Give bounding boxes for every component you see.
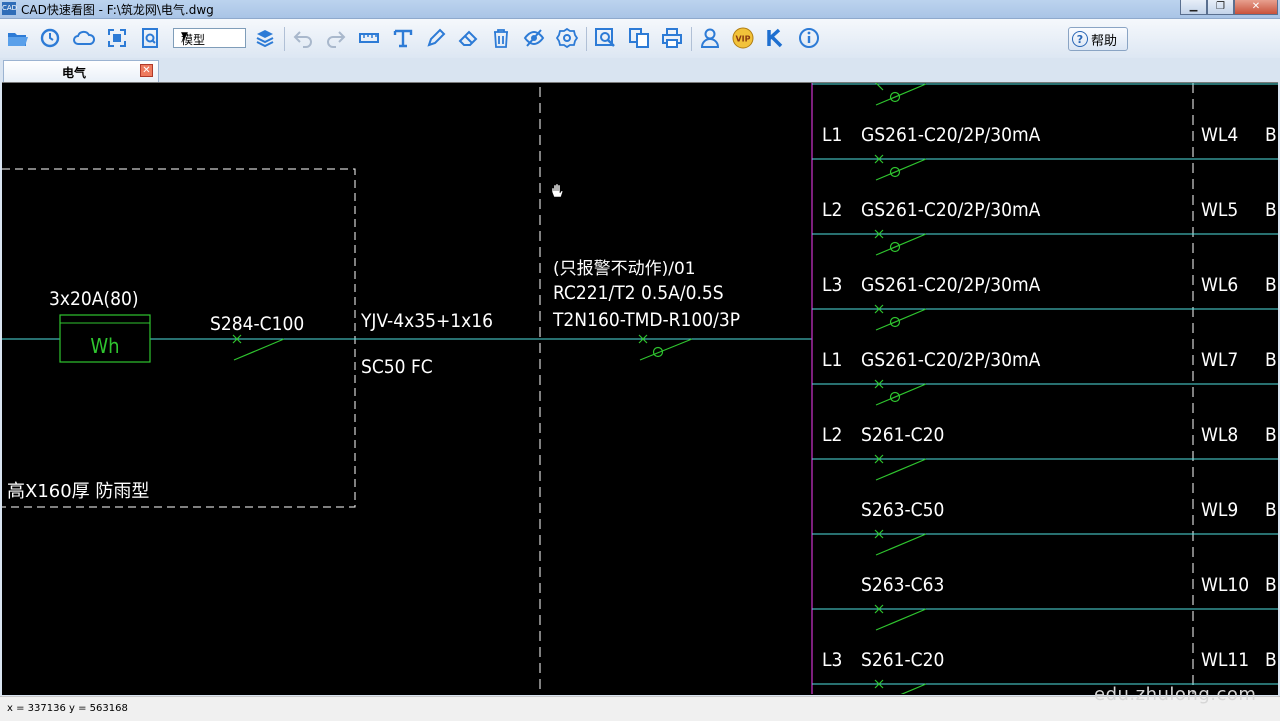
text-icon[interactable] [390, 25, 416, 51]
conduit-label: SC50 FC [361, 356, 433, 378]
window-title: CAD快速看图 - F:\筑龙网\电气.dwg [21, 3, 214, 17]
title-bar: CAD CAD快速看图 - F:\筑龙网\电气.dwg ▁ ❐ ✕ [0, 0, 1280, 19]
trailing-label: B [1265, 199, 1277, 221]
device-label: S261-C20 [861, 424, 944, 446]
toolbar-separator [284, 27, 285, 51]
toolbar-separator [586, 27, 587, 51]
circuit-row: S263-C50 WL9 B [812, 499, 1278, 556]
circuit-label: WL7 [1201, 349, 1238, 371]
cable-label: YJV-4x35+1x16 [360, 310, 493, 332]
circuit-label: WL8 [1201, 424, 1238, 446]
document-tabs: 电气 ✕ [0, 58, 1280, 82]
window-controls: ▁ ❐ ✕ [1180, 0, 1278, 15]
trash-icon[interactable] [488, 25, 514, 51]
redo-icon[interactable] [323, 25, 349, 51]
zoom-window-icon[interactable] [137, 25, 163, 51]
minimize-button[interactable]: ▁ [1180, 0, 1207, 15]
info-icon[interactable] [796, 25, 822, 51]
device-label: S261-C20 [861, 649, 944, 671]
circuit-label: WL5 [1201, 199, 1238, 221]
cloud-icon[interactable] [71, 25, 97, 51]
close-button[interactable]: ✕ [1234, 0, 1278, 15]
layers-icon[interactable] [252, 25, 278, 51]
settings-icon[interactable] [554, 25, 580, 51]
help-icon: ? [1072, 31, 1088, 47]
trailing-label: B [1265, 274, 1277, 296]
user-icon[interactable] [697, 25, 723, 51]
phase-label: L3 [822, 649, 842, 671]
help-button[interactable]: ? 帮助 [1068, 27, 1128, 51]
circuit-row: L1 GS261-C20/2P/30mA WL4 B [812, 124, 1278, 181]
circuit-row-partial [812, 83, 1278, 106]
circuit-label: WL11 [1201, 649, 1249, 671]
rcd-model: RC221/T2 0.5A/0.5S [553, 282, 724, 304]
trailing-label: B [1265, 499, 1277, 521]
toolbar-separator [691, 27, 692, 51]
app-icon: CAD [2, 2, 17, 15]
phase-label: L1 [822, 349, 842, 371]
trailing-label: B [1265, 349, 1277, 371]
chevron-down-icon: ▼ [181, 31, 188, 41]
circuit-row: L1 GS261-C20/2P/30mA WL7 B [812, 349, 1278, 406]
incoming-breaker-label: T2N160-TMD-R100/3P [552, 309, 740, 331]
device-label: S263-C63 [861, 574, 944, 596]
undo-icon[interactable] [290, 25, 316, 51]
vip-icon[interactable]: VIP [730, 25, 756, 51]
device-label: S263-C50 [861, 499, 944, 521]
meter-label: Wh [90, 334, 119, 358]
device-label: GS261-C20/2P/30mA [861, 124, 1041, 146]
fit-screen-icon[interactable] [104, 25, 130, 51]
circuit-row: L2 S261-C20 WL8 B [812, 424, 1278, 481]
measure-icon[interactable] [356, 25, 382, 51]
space-select[interactable]: 模型 ▼ [173, 28, 246, 48]
pan-hand-icon [551, 183, 564, 198]
history-icon[interactable] [37, 25, 63, 51]
maximize-button[interactable]: ❐ [1207, 0, 1234, 15]
rcd-note: (只报警不动作)/01 [553, 259, 696, 279]
phase-label: L2 [822, 424, 842, 446]
open-folder-icon[interactable] [4, 25, 30, 51]
phase-label: L3 [822, 274, 842, 296]
main-breaker-label: S284-C100 [210, 313, 304, 335]
phase-label: L2 [822, 199, 842, 221]
circuit-row: L3 GS261-C20/2P/30mA WL6 B [812, 274, 1278, 331]
device-label: GS261-C20/2P/30mA [861, 349, 1041, 371]
k-logo-icon[interactable] [763, 25, 789, 51]
drawing-canvas[interactable]: Wh 3x20A(80) S284-C100 YJV-4x35+1x16 SC5… [2, 82, 1278, 695]
trailing-label: B [1265, 649, 1277, 671]
circuit-label: WL6 [1201, 274, 1238, 296]
box-note: 高X160厚 防雨型 [7, 481, 149, 502]
circuit-label: WL4 [1201, 124, 1238, 146]
phase-label: L1 [822, 124, 842, 146]
circuit-label: WL10 [1201, 574, 1249, 596]
print-icon[interactable] [659, 25, 685, 51]
help-button-label: 帮助 [1091, 33, 1118, 49]
meter-rating: 3x20A(80) [49, 288, 139, 310]
circuit-row: L2 GS261-C20/2P/30mA WL5 B [812, 199, 1278, 256]
breaker-symbol [874, 679, 927, 694]
cursor-coordinates: x = 337136 y = 563168 [7, 703, 128, 714]
trailing-label: B [1265, 124, 1277, 146]
tab-label: 电气 [62, 66, 87, 80]
circuit-list: L1 GS261-C20/2P/30mA WL4 B L2 GS261-C20/2P/30… [812, 124, 1278, 694]
find-text-icon[interactable] [592, 25, 618, 51]
svg-text:VIP: VIP [735, 35, 750, 44]
device-label: GS261-C20/2P/30mA [861, 199, 1041, 221]
device-label: GS261-C20/2P/30mA [861, 274, 1041, 296]
compare-icon[interactable] [626, 25, 652, 51]
close-tab-icon[interactable]: ✕ [140, 64, 153, 77]
eye-icon[interactable] [521, 25, 547, 51]
trailing-label: B [1265, 574, 1277, 596]
pencil-icon[interactable] [423, 25, 449, 51]
eraser-icon[interactable] [455, 25, 481, 51]
trailing-label: B [1265, 424, 1277, 446]
cad-drawing: Wh 3x20A(80) S284-C100 YJV-4x35+1x16 SC5… [2, 83, 1278, 694]
watermark-text: edu.zhulong.com [1094, 684, 1257, 705]
toolbar: 模型 ▼ VIP ? 帮助 [0, 19, 1280, 59]
tab-electrical[interactable]: 电气 ✕ [3, 60, 159, 82]
circuit-label: WL9 [1201, 499, 1238, 521]
meter-box-outline [2, 168, 356, 508]
status-bar: x = 337136 y = 563168 [0, 696, 1280, 721]
circuit-row: S263-C63 WL10 B [812, 574, 1278, 631]
